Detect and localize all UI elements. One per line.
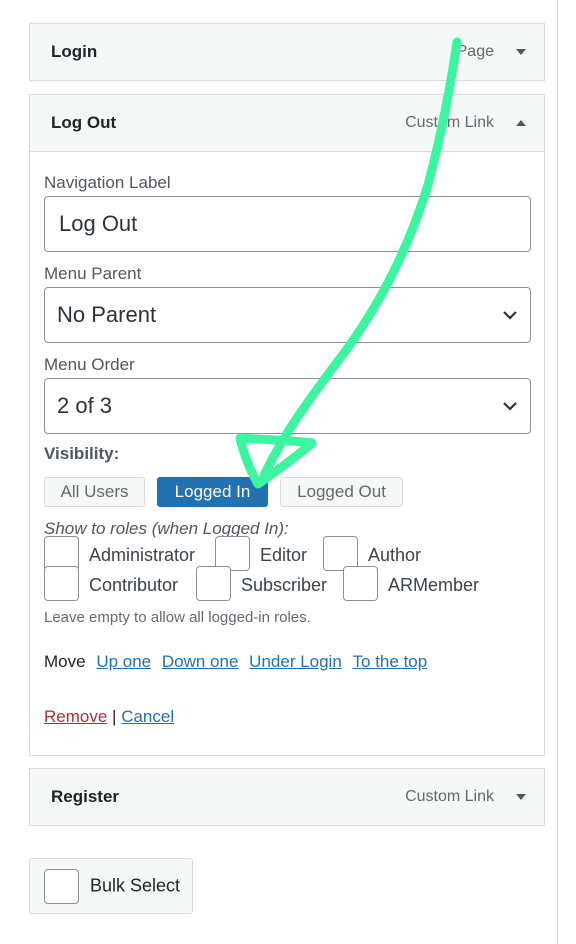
cancel-link[interactable]: Cancel bbox=[121, 707, 174, 726]
visibility-all-users-button[interactable]: All Users bbox=[44, 477, 145, 507]
move-to-top-link[interactable]: To the top bbox=[353, 652, 428, 671]
menu-item-type: Custom Link bbox=[405, 114, 494, 131]
move-down-one-link[interactable]: Down one bbox=[162, 652, 239, 671]
bulk-select-button[interactable]: Bulk Select bbox=[29, 858, 193, 914]
menu-order-label: Menu Order bbox=[44, 355, 135, 374]
roles-title: Show to roles (when Logged In): bbox=[44, 519, 289, 538]
actions-separator: | bbox=[112, 707, 117, 726]
move-label: Move bbox=[44, 652, 86, 671]
menu-parent-value: No Parent bbox=[57, 302, 157, 327]
menu-item-type: Custom Link bbox=[405, 788, 494, 805]
role-checkbox-contributor[interactable] bbox=[44, 566, 79, 601]
role-label-author: Author bbox=[368, 545, 422, 565]
bulk-select-label: Bulk Select bbox=[90, 875, 181, 896]
menu-item-log-out[interactable]: Log Out Custom Link bbox=[29, 94, 545, 152]
menu-item-settings: Navigation Label Log Out Menu Parent No … bbox=[29, 152, 545, 756]
visibility-logged-out-button[interactable]: Logged Out bbox=[280, 477, 403, 507]
menu-item-register[interactable]: Register Custom Link bbox=[29, 768, 545, 826]
navigation-label-label: Navigation Label bbox=[44, 173, 171, 192]
bulk-select-checkbox[interactable] bbox=[44, 869, 79, 904]
move-up-one-link[interactable]: Up one bbox=[96, 652, 151, 671]
menu-order-value: 2 of 3 bbox=[57, 393, 113, 418]
role-label-armember: ARMember bbox=[388, 575, 480, 595]
chevron-down-icon[interactable] bbox=[514, 47, 528, 57]
move-links: Move Up one Down one Under Login To the … bbox=[44, 652, 427, 672]
chevron-down-icon bbox=[503, 402, 517, 411]
remove-link[interactable]: Remove bbox=[44, 707, 107, 726]
chevron-up-icon[interactable] bbox=[514, 118, 528, 128]
menu-item-login[interactable]: Login Page bbox=[29, 23, 545, 81]
role-checkbox-armember[interactable] bbox=[343, 566, 378, 601]
menu-item-title: Log Out bbox=[51, 113, 117, 132]
item-actions: Remove | Cancel bbox=[44, 707, 174, 727]
role-label-subscriber: Subscriber bbox=[241, 575, 328, 595]
move-under-login-link[interactable]: Under Login bbox=[249, 652, 342, 671]
menu-parent-select[interactable]: No Parent bbox=[44, 287, 531, 343]
role-label-administrator: Administrator bbox=[89, 545, 196, 565]
visibility-title: Visibility: bbox=[44, 444, 120, 463]
menu-item-title: Login bbox=[51, 42, 98, 61]
role-checkbox-subscriber[interactable] bbox=[196, 566, 231, 601]
navigation-label-input[interactable]: Log Out bbox=[44, 196, 531, 252]
roles-help-text: Leave empty to allow all logged-in roles… bbox=[44, 609, 311, 626]
chevron-down-icon bbox=[503, 311, 517, 320]
role-label-editor: Editor bbox=[260, 545, 308, 565]
chevron-down-icon[interactable] bbox=[514, 792, 528, 802]
menu-parent-label: Menu Parent bbox=[44, 264, 142, 283]
menu-item-type: Page bbox=[456, 43, 494, 60]
navigation-label-value: Log Out bbox=[59, 211, 138, 236]
role-label-contributor: Contributor bbox=[89, 575, 179, 595]
menu-order-select[interactable]: 2 of 3 bbox=[44, 378, 531, 434]
menu-item-title: Register bbox=[51, 787, 120, 806]
visibility-logged-in-button[interactable]: Logged In bbox=[157, 477, 268, 507]
